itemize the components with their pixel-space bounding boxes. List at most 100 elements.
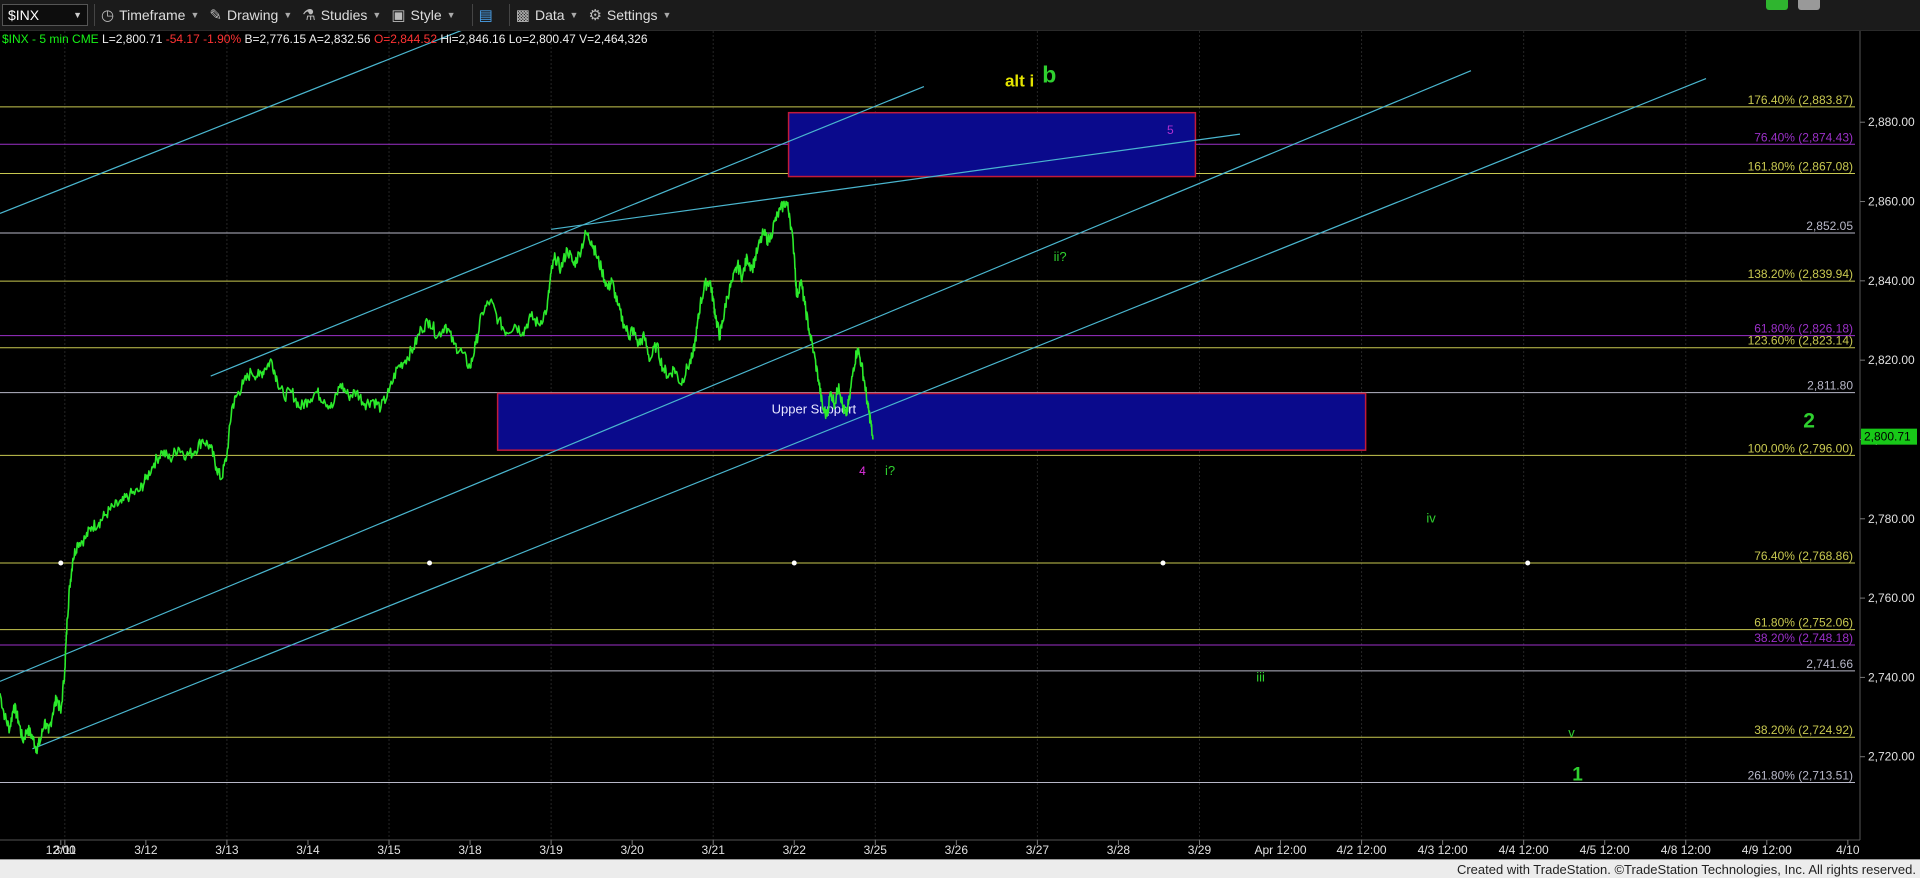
chevron-down-icon: ▼: [283, 10, 293, 20]
symbol-value: $INX: [8, 7, 40, 23]
cycle-dot: [1525, 560, 1531, 566]
fib-level-label: 2,852.05: [1806, 219, 1853, 233]
x-tick-label: 3/26: [945, 843, 969, 857]
settings-menu[interactable]: ⚙ Settings ▼: [588, 6, 671, 24]
wave-label: alt i: [1005, 72, 1034, 91]
chevron-down-icon: ▼: [73, 10, 82, 20]
wave-label: i?: [885, 463, 895, 478]
info-field: L=2,800.71: [99, 32, 163, 46]
zone-box: [787, 111, 1197, 178]
x-tick-label: 3/28: [1107, 843, 1131, 857]
y-tick-label: 2,880.00: [1868, 115, 1915, 129]
wave-label: 1: [1572, 765, 1583, 786]
wave-label: b: [1042, 62, 1056, 88]
fib-level-label: 161.80% (2,867.08): [1748, 159, 1853, 173]
pencil-icon: ✎: [209, 7, 222, 24]
wave-label: iv: [1426, 511, 1436, 526]
x-tick-label: 3/13: [215, 843, 239, 857]
studies-menu[interactable]: ⚗ Studies ▼: [302, 6, 381, 24]
info-field: Lo=2,800.47: [505, 32, 576, 46]
cycle-dot: [791, 560, 797, 566]
y-tick-label: 2,860.00: [1868, 195, 1915, 209]
x-tick-label: 3/21: [702, 843, 726, 857]
x-tick-label: Apr 12:00: [1254, 843, 1306, 857]
symbol-selector[interactable]: $INX ▼: [2, 4, 88, 26]
studies-label: Studies: [320, 7, 368, 23]
wave-label: iii: [1256, 669, 1265, 684]
chevron-down-icon: ▼: [446, 10, 456, 20]
chevron-down-icon: ▼: [662, 10, 672, 20]
cycle-dot: [427, 560, 433, 566]
cycle-dot: [1160, 560, 1166, 566]
x-tick-label: 4/5 12:00: [1580, 843, 1630, 857]
wave-label: 5: [1167, 123, 1174, 137]
info-field: CME: [69, 32, 99, 46]
timeframe-menu[interactable]: ◷ Timeframe ▼: [101, 6, 199, 24]
y-tick-label: 2,780.00: [1868, 512, 1915, 526]
wave-label: 2: [1803, 410, 1815, 433]
x-tick-label: 3/11: [54, 843, 77, 857]
fib-level-label: 61.80% (2,752.06): [1754, 616, 1853, 630]
fib-level-label: 123.60% (2,823.14): [1748, 334, 1853, 348]
info-field: $INX - 5 min: [2, 32, 69, 46]
chevron-down-icon: ▼: [569, 10, 579, 20]
flask-icon: ⚗: [302, 7, 316, 24]
fib-level-label: 261.80% (2,713.51): [1748, 768, 1853, 782]
y-tick-label: 2,740.00: [1868, 670, 1915, 684]
toolbar-divider: [508, 4, 510, 26]
wave-label: v: [1568, 725, 1575, 740]
x-tick-label: 3/15: [377, 843, 401, 857]
x-tick-label: 3/25: [864, 843, 888, 857]
x-tick-label: 4/10: [1836, 843, 1860, 857]
y-tick-label: 2,840.00: [1868, 274, 1915, 288]
x-tick-label: 4/4 12:00: [1499, 843, 1549, 857]
x-tick-label: 4/9 12:00: [1742, 843, 1792, 857]
fib-level-label: 138.20% (2,839.94): [1748, 267, 1853, 281]
last-price-label: 2,800.71: [1864, 430, 1911, 444]
zone-box: [496, 392, 1367, 451]
info-field: A=2,832.56: [306, 32, 371, 46]
data-menu[interactable]: ▩ Data ▼: [516, 6, 579, 24]
info-field: B=2,776.15: [241, 32, 306, 46]
price-chart[interactable]: 176.40% (2,883.87)76.40% (2,874.43)161.8…: [0, 31, 1920, 860]
cycle-dot: [58, 560, 64, 566]
gear-icon: ⚙: [588, 7, 602, 24]
timeframe-label: Timeframe: [119, 7, 186, 23]
x-tick-label: 3/29: [1188, 843, 1212, 857]
info-bar-text: $INX - 5 min CME L=2,800.71 -54.17 -1.90…: [2, 32, 648, 46]
fib-level-label: 2,811.80: [1807, 379, 1853, 393]
fib-level-label: 76.40% (2,874.43): [1754, 130, 1853, 144]
x-tick-label: 3/12: [134, 843, 158, 857]
footer: Created with TradeStation. ©TradeStation…: [0, 859, 1920, 878]
fib-level-label: 76.40% (2,768.86): [1754, 549, 1853, 563]
fib-level-label: 2,741.66: [1806, 657, 1853, 671]
fib-level-label: 38.20% (2,748.18): [1754, 631, 1853, 645]
drawing-menu[interactable]: ✎ Drawing ▼: [209, 6, 292, 24]
bar-chart-icon: ▩: [515, 7, 530, 24]
chevron-down-icon: ▼: [372, 10, 382, 20]
copyright-text: Created with TradeStation. ©TradeStation…: [1456, 862, 1916, 877]
fib-level-label: 176.40% (2,883.87): [1748, 93, 1853, 107]
settings-label: Settings: [606, 7, 658, 23]
info-field: -54.17: [162, 32, 200, 46]
chart-style-icon: ▣: [391, 7, 406, 24]
wave-label: 4: [859, 464, 866, 478]
x-tick-label: 4/3 12:00: [1418, 843, 1468, 857]
x-tick-label: 4/8 12:00: [1661, 843, 1711, 857]
y-tick-label: 2,820.00: [1868, 353, 1915, 367]
chevron-down-icon: ▼: [190, 10, 200, 20]
clock-icon: ◷: [101, 7, 115, 24]
y-tick-label: 2,760.00: [1868, 591, 1915, 605]
gray-window-button[interactable]: [1798, 0, 1820, 10]
style-label: Style: [410, 7, 442, 23]
toolbar-divider: [471, 4, 473, 26]
x-tick-label: 3/22: [783, 843, 807, 857]
style-menu[interactable]: ▣ Style ▼: [391, 6, 455, 24]
info-field: Hi=2,846.16: [437, 32, 506, 46]
green-window-button[interactable]: [1766, 0, 1788, 10]
info-field: -1.90%: [200, 32, 242, 46]
y-tick-label: 2,720.00: [1868, 750, 1915, 764]
layout-button[interactable]: ▤: [479, 6, 493, 24]
x-tick-label: 3/27: [1026, 843, 1050, 857]
x-tick-label: 3/18: [458, 843, 482, 857]
